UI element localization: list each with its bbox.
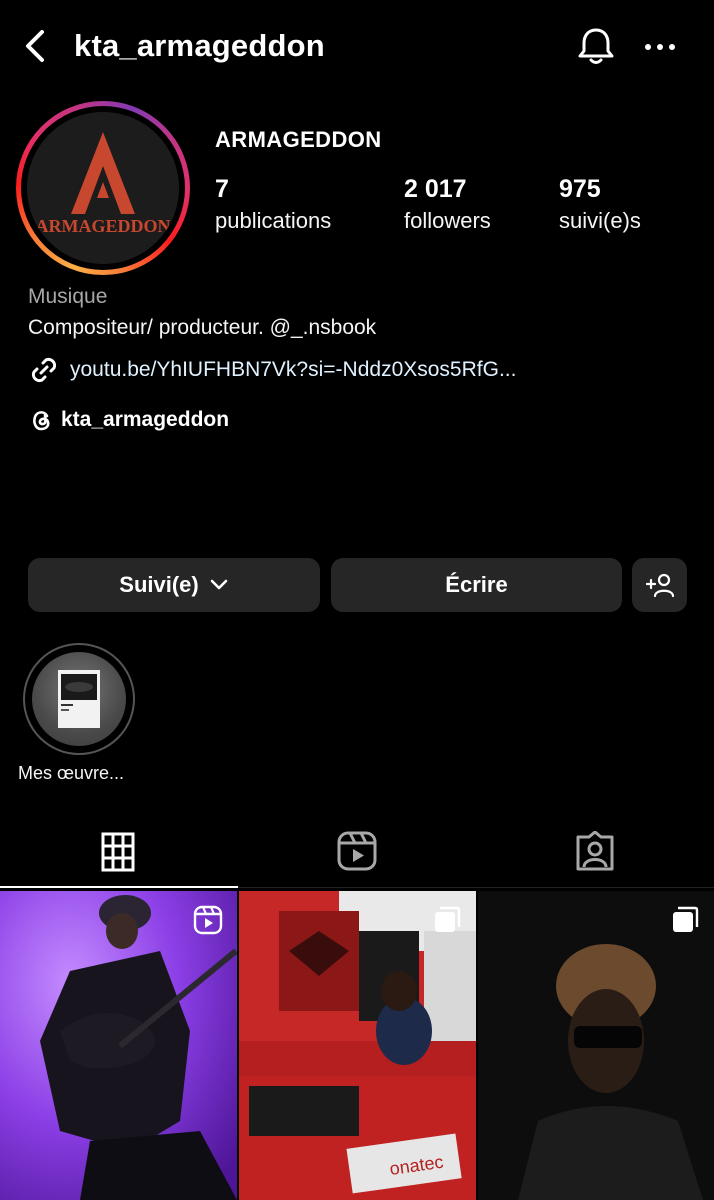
profile-link[interactable]: youtu.be/YhIUFHBN7Vk?si=-Nddz0Xsos5RfG..… bbox=[28, 354, 516, 386]
reels-badge-icon bbox=[193, 905, 223, 935]
stat-publications[interactable]: 7 publications bbox=[215, 175, 331, 234]
stat-following-count: 975 bbox=[559, 175, 601, 203]
chevron-down-icon bbox=[210, 579, 228, 590]
grid-icon bbox=[101, 832, 135, 872]
following-button-label: Suivi(e) bbox=[119, 572, 199, 597]
threads-badge[interactable]: kta_armageddon bbox=[28, 404, 229, 436]
profile-link-text: youtu.be/YhIUFHBN7Vk?si=-Nddz0Xsos5RfG..… bbox=[70, 358, 517, 381]
add-person-icon bbox=[645, 573, 674, 598]
tab-divider bbox=[238, 887, 714, 888]
stat-publications-count: 7 bbox=[215, 175, 229, 203]
profile-username: kta_armageddon bbox=[74, 28, 325, 63]
tab-reels[interactable] bbox=[238, 820, 475, 882]
album-cover-icon bbox=[58, 670, 100, 728]
tab-tagged[interactable] bbox=[476, 820, 714, 882]
active-tab-indicator bbox=[0, 886, 238, 888]
stat-followers-label: followers bbox=[404, 208, 491, 233]
tagged-icon bbox=[576, 831, 614, 871]
post-image-guitarist bbox=[0, 891, 237, 1200]
post-thumbnail-2[interactable]: onatec bbox=[239, 891, 476, 1200]
avatar-logo-text: ARMAGEDDON bbox=[36, 216, 171, 236]
armageddon-logo: ARMAGEDDON bbox=[27, 112, 179, 264]
threads-icon bbox=[33, 411, 50, 431]
profile-bio: Compositeur/ producteur. @_.nsbook bbox=[28, 316, 377, 339]
link-icon bbox=[31, 357, 57, 383]
bell-icon[interactable] bbox=[574, 24, 618, 68]
display-name: ARMAGEDDON bbox=[215, 127, 382, 152]
profile-category: Musique bbox=[28, 285, 108, 308]
stat-following-label: suivi(e)s bbox=[559, 208, 641, 233]
stat-followers[interactable]: 2 017 followers bbox=[404, 175, 491, 234]
post-image-studio: onatec bbox=[239, 891, 476, 1200]
multiple-posts-icon bbox=[673, 906, 699, 932]
highlight-cover bbox=[32, 652, 126, 746]
message-button-label: Écrire bbox=[445, 572, 508, 597]
following-button[interactable]: Suivi(e) bbox=[28, 558, 320, 612]
avatar: ARMAGEDDON bbox=[27, 112, 179, 264]
stat-publications-label: publications bbox=[215, 208, 332, 233]
suggest-accounts-button[interactable] bbox=[632, 558, 687, 612]
tab-posts[interactable] bbox=[0, 820, 237, 882]
story-highlight[interactable] bbox=[23, 643, 135, 755]
top-bar: kta_armageddon bbox=[0, 0, 714, 92]
stat-followers-count: 2 017 bbox=[404, 175, 467, 203]
multiple-posts-icon bbox=[435, 906, 461, 932]
more-options-icon[interactable] bbox=[640, 30, 680, 64]
post-image-portrait bbox=[478, 891, 714, 1200]
message-button[interactable]: Écrire bbox=[331, 558, 622, 612]
back-icon[interactable] bbox=[18, 26, 50, 66]
avatar-story-ring[interactable]: ARMAGEDDON bbox=[16, 101, 190, 275]
story-highlight-label: Mes œuvre... bbox=[18, 763, 125, 783]
threads-handle: kta_armageddon bbox=[61, 408, 230, 431]
reels-icon bbox=[337, 831, 377, 871]
stat-following[interactable]: 975 suivi(e)s bbox=[559, 175, 641, 234]
post-thumbnail-3[interactable] bbox=[478, 891, 714, 1200]
post-thumbnail-1[interactable] bbox=[0, 891, 237, 1200]
